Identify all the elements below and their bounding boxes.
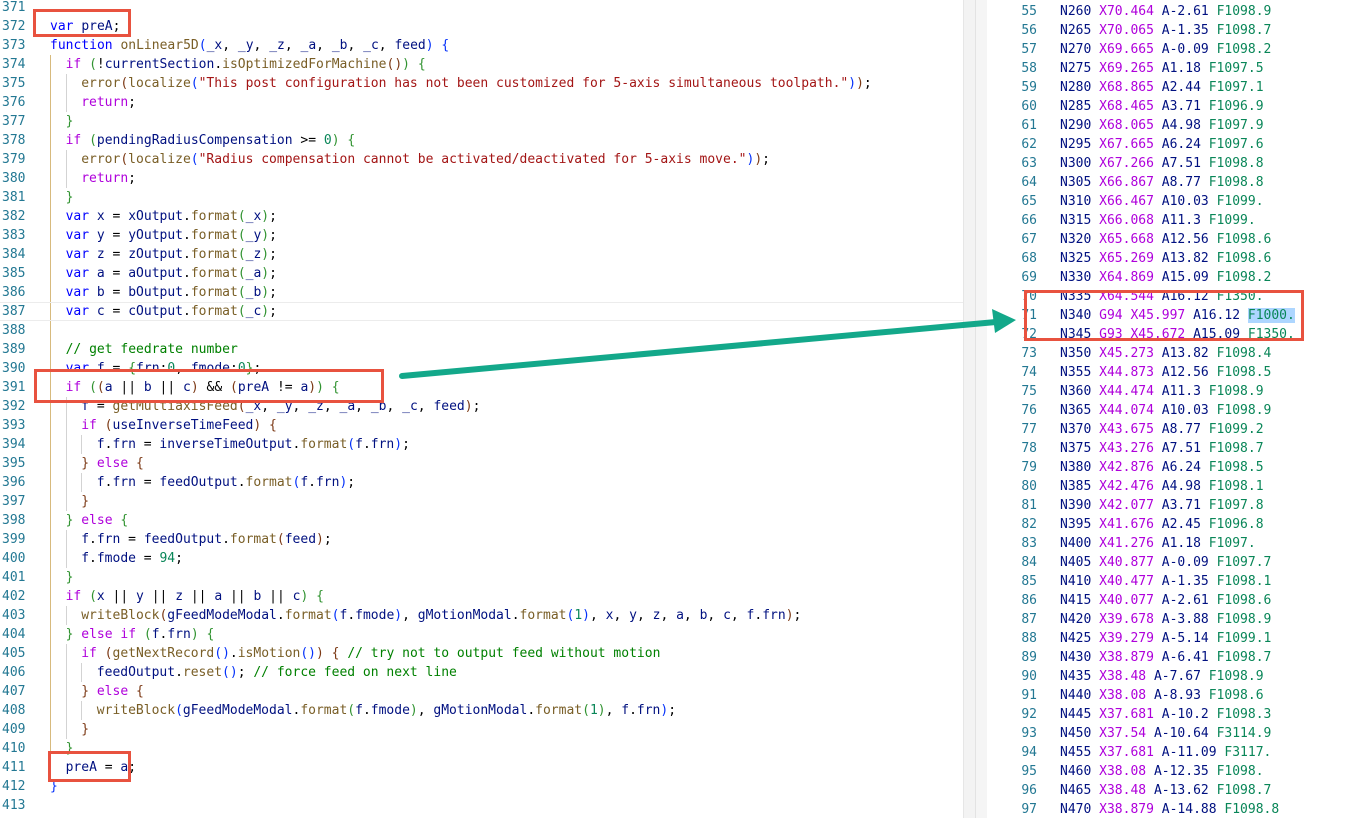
arrow-connector-icon bbox=[399, 309, 1016, 379]
